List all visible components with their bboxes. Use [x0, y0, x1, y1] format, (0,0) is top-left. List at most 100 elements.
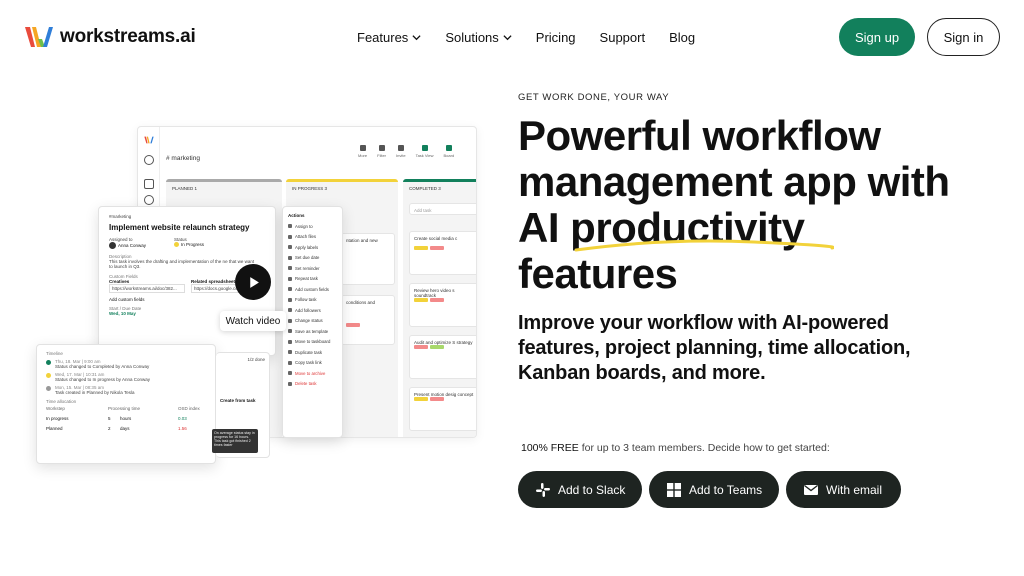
mock-column-header: COMPLETED 3 — [403, 179, 476, 191]
with-email-label: With email — [826, 482, 883, 497]
action-label: Move to archive — [295, 370, 326, 376]
board-icon — [445, 145, 452, 151]
avatar — [109, 242, 116, 249]
timeline-text: Status changed to Completed by Anna Conw… — [55, 364, 150, 369]
assigned-value: Anna Conway — [118, 243, 147, 248]
action-item: Delete task — [288, 379, 337, 390]
status-block: Status In Progress — [174, 237, 204, 249]
nav-features[interactable]: Features — [357, 30, 421, 45]
status-dot-icon — [174, 242, 180, 247]
slack-icon — [536, 482, 550, 497]
action-item: Attach files — [288, 232, 337, 243]
signin-button[interactable]: Sign in — [927, 18, 1000, 56]
nav-pricing[interactable]: Pricing — [536, 30, 576, 45]
mock-toolbar-label: More — [358, 153, 368, 158]
column-count: 1 — [194, 186, 198, 191]
tag — [430, 298, 444, 302]
mock-card: Review hero video s soundtrack — [409, 283, 476, 327]
action-item: Set reminder — [288, 263, 337, 274]
action-icon — [288, 287, 292, 292]
action-icon — [288, 339, 292, 344]
chevron-down-icon — [412, 35, 421, 41]
actions-title: Actions — [288, 213, 305, 218]
mock-column-header: IN PROGRESS 3 — [286, 179, 398, 191]
action-item: Set due date — [288, 253, 337, 264]
tag — [430, 397, 444, 401]
column-title: PLANNED — [172, 186, 194, 191]
add-custom-fields: Add custom fields — [109, 297, 145, 302]
mock-column-completed: COMPLETED 3 Add task Create social media… — [403, 179, 476, 437]
column-count: 3 — [324, 186, 328, 191]
mock-board: Board — [444, 145, 454, 158]
action-icon — [288, 329, 292, 334]
invite-icon — [397, 145, 404, 151]
workstreams-logo-icon — [144, 136, 154, 144]
action-label: Duplicate task — [295, 349, 322, 355]
search-icon — [144, 155, 154, 165]
mock-actions-panel: Actions Assign to Attach files Apply label… — [282, 206, 343, 438]
task-title: Implement website relaunch strategy — [109, 223, 250, 232]
nav-blog-label: Blog — [669, 30, 696, 45]
add-to-teams-label: Add to Teams — [689, 482, 763, 497]
tag — [414, 345, 428, 349]
mock-card: ntation and new — [341, 233, 395, 285]
play-video-button[interactable] — [235, 264, 271, 300]
action-label: Copy task link — [295, 360, 322, 366]
nav-pricing-label: Pricing — [535, 30, 576, 45]
action-item: Move to taskboard — [288, 337, 337, 348]
action-label: Add followers — [295, 307, 321, 313]
creatives-value: https://workstreams.ai/doc/382... — [109, 284, 185, 293]
signup-with-email-button[interactable]: With email — [786, 471, 901, 508]
add-to-slack-button[interactable]: Add to Slack — [518, 471, 642, 508]
mock-more: More — [358, 145, 367, 158]
action-icon — [288, 245, 292, 250]
timeline-dot-icon — [46, 386, 51, 391]
brand-logo[interactable]: workstreams.ai — [24, 24, 196, 50]
header-cell: Processing time — [108, 406, 141, 411]
mock-invite: Invite — [396, 145, 406, 158]
header-cell: OSD index — [178, 406, 200, 411]
column-title: IN PROGRESS — [292, 186, 324, 191]
action-label: Set due date — [295, 255, 320, 261]
add-task-label: Add task — [414, 208, 432, 213]
hero-title-line: management app with — [518, 158, 950, 205]
column-count: 3 — [438, 186, 441, 191]
watch-video-label[interactable]: Watch video — [220, 311, 286, 331]
add-to-teams-button[interactable]: Add to Teams — [649, 471, 779, 508]
mock-toolbar-label: Invite — [396, 153, 406, 158]
time-allocation-row: Planned 2 days 1.56 — [46, 426, 206, 431]
signup-button[interactable]: Sign up — [839, 18, 915, 56]
timeline-entry: Wed, 17. Mar | 10:31 am Status changed to… — [46, 372, 206, 382]
envelope-icon — [804, 484, 818, 495]
action-item: Copy task link — [288, 358, 337, 369]
free-highlight: 100% FREE — [521, 442, 579, 454]
nav-blog[interactable]: Blog — [669, 30, 695, 45]
hero-title-line: Powerful workflow — [518, 112, 881, 159]
row-index: 0.03 — [178, 416, 187, 421]
hero-kicker: GET WORK DONE, YOUR WAY — [518, 92, 670, 103]
task-channel: #marketing — [109, 214, 132, 219]
free-rest: for up to 3 team members. Decide how to … — [578, 442, 830, 454]
nav-solutions[interactable]: Solutions — [445, 30, 512, 45]
mock-card: Present motion desig concept — [409, 387, 476, 431]
filter-icon — [378, 145, 385, 151]
action-label: Change status — [295, 318, 323, 324]
tag — [430, 345, 444, 349]
action-item: Duplicate task — [288, 347, 337, 358]
row-unit: days — [120, 426, 130, 431]
nav-support-label: Support — [599, 30, 646, 45]
action-label: Set reminder — [295, 265, 320, 271]
column-title: COMPLETED — [409, 186, 438, 191]
action-label: Apply labels — [295, 244, 319, 250]
tag — [414, 246, 428, 250]
mock-card: conditions and — [341, 295, 395, 345]
chevron-down-icon — [503, 35, 512, 41]
nav-support[interactable]: Support — [600, 30, 646, 45]
action-label: Attach files — [295, 234, 317, 240]
time-allocation-row: In progress 5 hours 0.03 — [46, 416, 206, 421]
add-to-slack-label: Add to Slack — [558, 482, 626, 497]
timeline-progress: 1/2 done — [247, 357, 265, 362]
more-icon — [359, 145, 366, 151]
top-nav: workstreams.ai Features Solutions Pricin… — [0, 0, 1024, 72]
cta-group: Add to Slack Add to Teams With email — [518, 471, 901, 508]
